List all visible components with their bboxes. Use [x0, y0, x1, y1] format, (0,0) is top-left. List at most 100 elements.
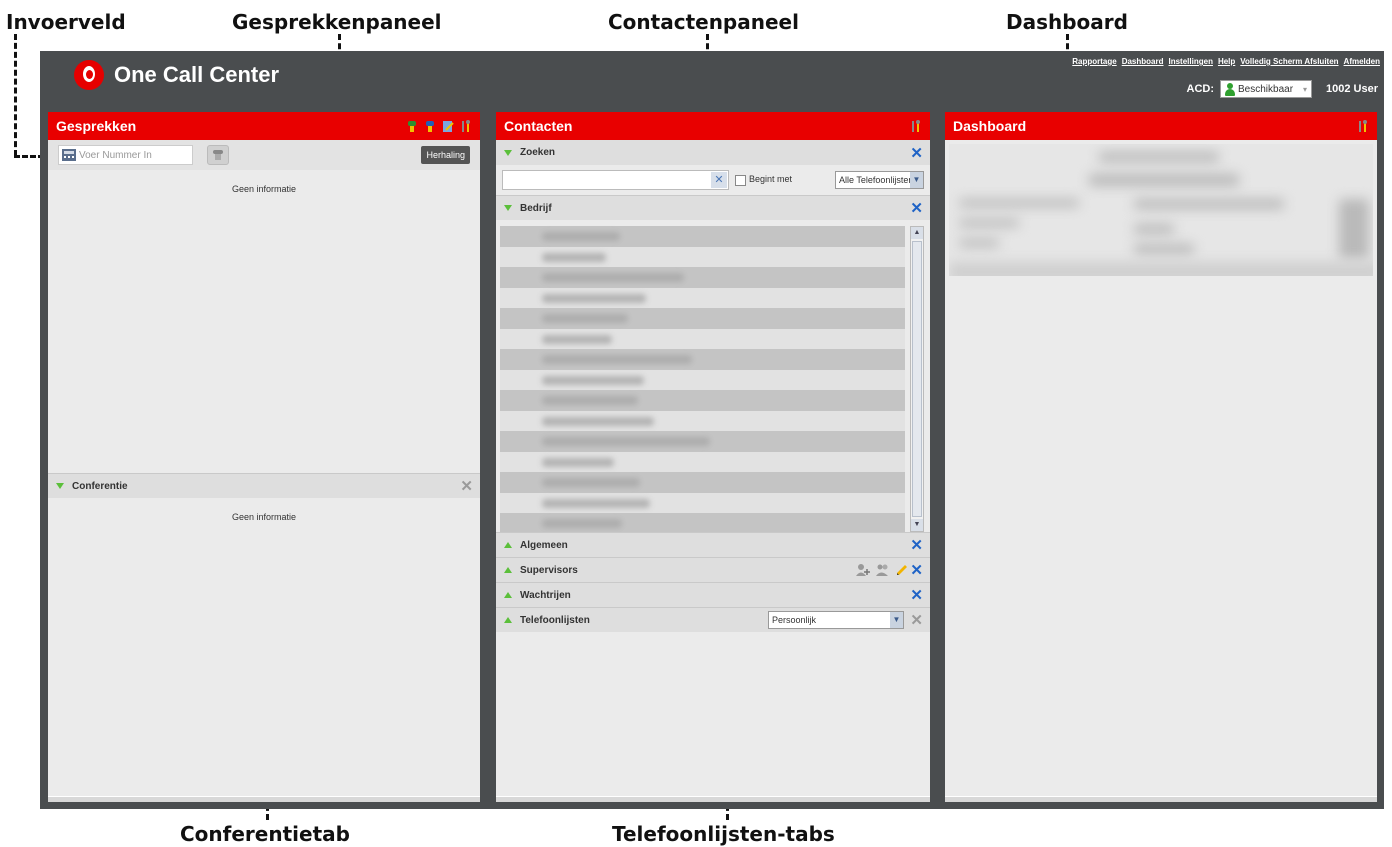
search-section-tab[interactable]: Zoeken ✕	[496, 140, 930, 165]
collapse-triangle-icon	[504, 617, 512, 623]
pencil-icon[interactable]	[896, 564, 908, 576]
redial-button[interactable]: Herhaling	[421, 146, 470, 164]
dashboard-panel-tools	[1357, 120, 1369, 133]
calls-panel-header: Gesprekken	[48, 112, 480, 140]
general-section-tab[interactable]: Algemeen ✕	[496, 532, 930, 557]
nav-link-afmelden[interactable]: Afmelden	[1344, 57, 1380, 66]
contacts-panel-tools	[910, 120, 922, 133]
expand-triangle-icon	[56, 483, 64, 489]
annotation-gesprekkenpaneel: Gesprekkenpaneel	[232, 10, 442, 34]
company-section-tab[interactable]: Bedrijf ✕	[496, 195, 930, 220]
brand-name: One Call Center	[114, 62, 280, 87]
annotation-conferentietab: Conferentietab	[180, 822, 350, 846]
list-item[interactable]	[500, 328, 905, 349]
user-name: 1002 User	[1326, 83, 1378, 95]
calls-panel: Gesprekken Voer Nummer In Herhaling Geen…	[48, 112, 480, 802]
acd-bar: ACD: Beschikbaar ▾ 1002 User	[1186, 80, 1378, 98]
annotation-invoerveld: Invoerveld	[6, 10, 126, 34]
annotation-contactenpaneel: Contactenpaneel	[608, 10, 799, 34]
clear-search-icon[interactable]: ✕	[711, 172, 727, 188]
panel-resize-handle[interactable]	[945, 796, 1377, 802]
dashboard-panel: Dashboard	[945, 112, 1377, 802]
company-contact-list: ▲ ▼	[496, 220, 930, 534]
queues-section-tab[interactable]: Wachtrijen ✕	[496, 582, 930, 607]
contacts-panel-header: Contacten	[496, 112, 930, 140]
phone-pickup-icon[interactable]	[424, 120, 436, 133]
conference-tab[interactable]: Conferentie ✕	[48, 473, 480, 498]
close-icon[interactable]: ✕	[910, 199, 923, 217]
list-item[interactable]	[500, 267, 905, 288]
phone-transfer-icon[interactable]	[406, 120, 418, 133]
nav-link-help[interactable]: Help	[1218, 57, 1235, 66]
list-item[interactable]	[500, 472, 905, 493]
nav-link-instellingen[interactable]: Instellingen	[1169, 57, 1213, 66]
nav-link-dashboard[interactable]: Dashboard	[1122, 57, 1164, 66]
list-item[interactable]	[500, 451, 905, 472]
begins-with-option[interactable]: Begint met	[735, 174, 793, 186]
list-item[interactable]	[500, 246, 905, 267]
scroll-up-icon[interactable]: ▲	[911, 227, 923, 239]
nav-link-rapportage[interactable]: Rapportage	[1072, 57, 1116, 66]
conference-section: Conferentie ✕ Geen informatie	[48, 473, 480, 522]
dashboard-panel-title: Dashboard	[953, 118, 1027, 134]
contact-list-scrollbar[interactable]: ▲ ▼	[910, 226, 924, 532]
close-icon[interactable]: ✕	[910, 586, 923, 604]
collapse-triangle-icon	[504, 592, 512, 598]
close-icon[interactable]: ✕	[910, 611, 923, 629]
list-item[interactable]	[500, 431, 905, 452]
phonebook-filter-select[interactable]: Alle Telefoonlijsten ▼	[835, 171, 924, 189]
panel-resize-handle[interactable]	[48, 796, 480, 802]
list-item[interactable]	[500, 410, 905, 431]
scroll-down-icon[interactable]: ▼	[911, 519, 923, 531]
calls-empty-text: Geen informatie	[231, 184, 297, 194]
brand-logo: One Call Center	[74, 60, 279, 90]
conference-empty-text: Geen informatie	[231, 512, 297, 522]
conference-title: Conferentie	[72, 480, 128, 492]
close-icon[interactable]: ✕	[910, 536, 923, 554]
panel-resize-handle[interactable]	[496, 796, 930, 802]
nav-link-volledig-scherm-afsluiten[interactable]: Volledig Scherm Afsluiten	[1240, 57, 1338, 66]
contacts-panel-title: Contacten	[504, 118, 573, 134]
close-icon[interactable]: ✕	[910, 561, 923, 579]
queues-section-title: Wachtrijen	[520, 589, 571, 601]
close-icon[interactable]: ✕	[460, 477, 473, 495]
list-item[interactable]	[500, 287, 905, 308]
notes-edit-icon[interactable]	[442, 120, 454, 133]
phonebooks-section-tab[interactable]: Telefoonlijsten Persoonlijk ▼ ✕	[496, 607, 930, 632]
company-section-title: Bedrijf	[520, 202, 552, 214]
list-item[interactable]	[500, 513, 905, 534]
supervisors-section-tab[interactable]: Supervisors ✕	[496, 557, 930, 582]
callout-line-invoerveld	[14, 34, 17, 156]
supervisors-tools	[856, 564, 908, 576]
dial-number-input[interactable]: Voer Nummer In	[58, 145, 193, 165]
available-person-icon	[1225, 82, 1235, 96]
add-user-icon[interactable]	[856, 564, 870, 576]
list-item[interactable]	[500, 349, 905, 370]
tools-icon[interactable]	[460, 120, 472, 133]
begins-with-label: Begint met	[749, 174, 793, 185]
acd-status-select[interactable]: Beschikbaar ▾	[1220, 80, 1312, 98]
add-group-icon[interactable]	[876, 564, 890, 576]
list-item[interactable]	[500, 492, 905, 513]
begins-with-checkbox[interactable]	[735, 174, 746, 186]
list-item[interactable]	[500, 226, 905, 247]
phone-icon	[213, 150, 223, 160]
acd-label: ACD:	[1186, 83, 1215, 95]
phonebook-select-value: Persoonlijk	[772, 615, 817, 625]
scrollbar-thumb[interactable]	[912, 241, 922, 517]
collapse-triangle-icon	[504, 567, 512, 573]
search-row: ✕ Begint met Alle Telefoonlijsten ▼	[496, 165, 930, 195]
tools-icon[interactable]	[910, 120, 922, 133]
contacts-panel: Contacten Zoeken ✕ ✕ Begint met Alle Tel…	[496, 112, 930, 802]
dial-phone-button[interactable]	[207, 145, 229, 165]
contact-search-input[interactable]: ✕	[502, 170, 729, 190]
chevron-down-icon: ▾	[1302, 84, 1307, 94]
chevron-down-icon: ▼	[890, 612, 903, 628]
list-item[interactable]	[500, 308, 905, 329]
list-item[interactable]	[500, 369, 905, 390]
close-icon[interactable]: ✕	[910, 144, 923, 162]
phonebook-select[interactable]: Persoonlijk ▼	[768, 611, 904, 629]
tools-icon[interactable]	[1357, 120, 1369, 133]
annotation-telefoonlijsten-tabs: Telefoonlijsten-tabs	[612, 822, 835, 846]
list-item[interactable]	[500, 390, 905, 411]
